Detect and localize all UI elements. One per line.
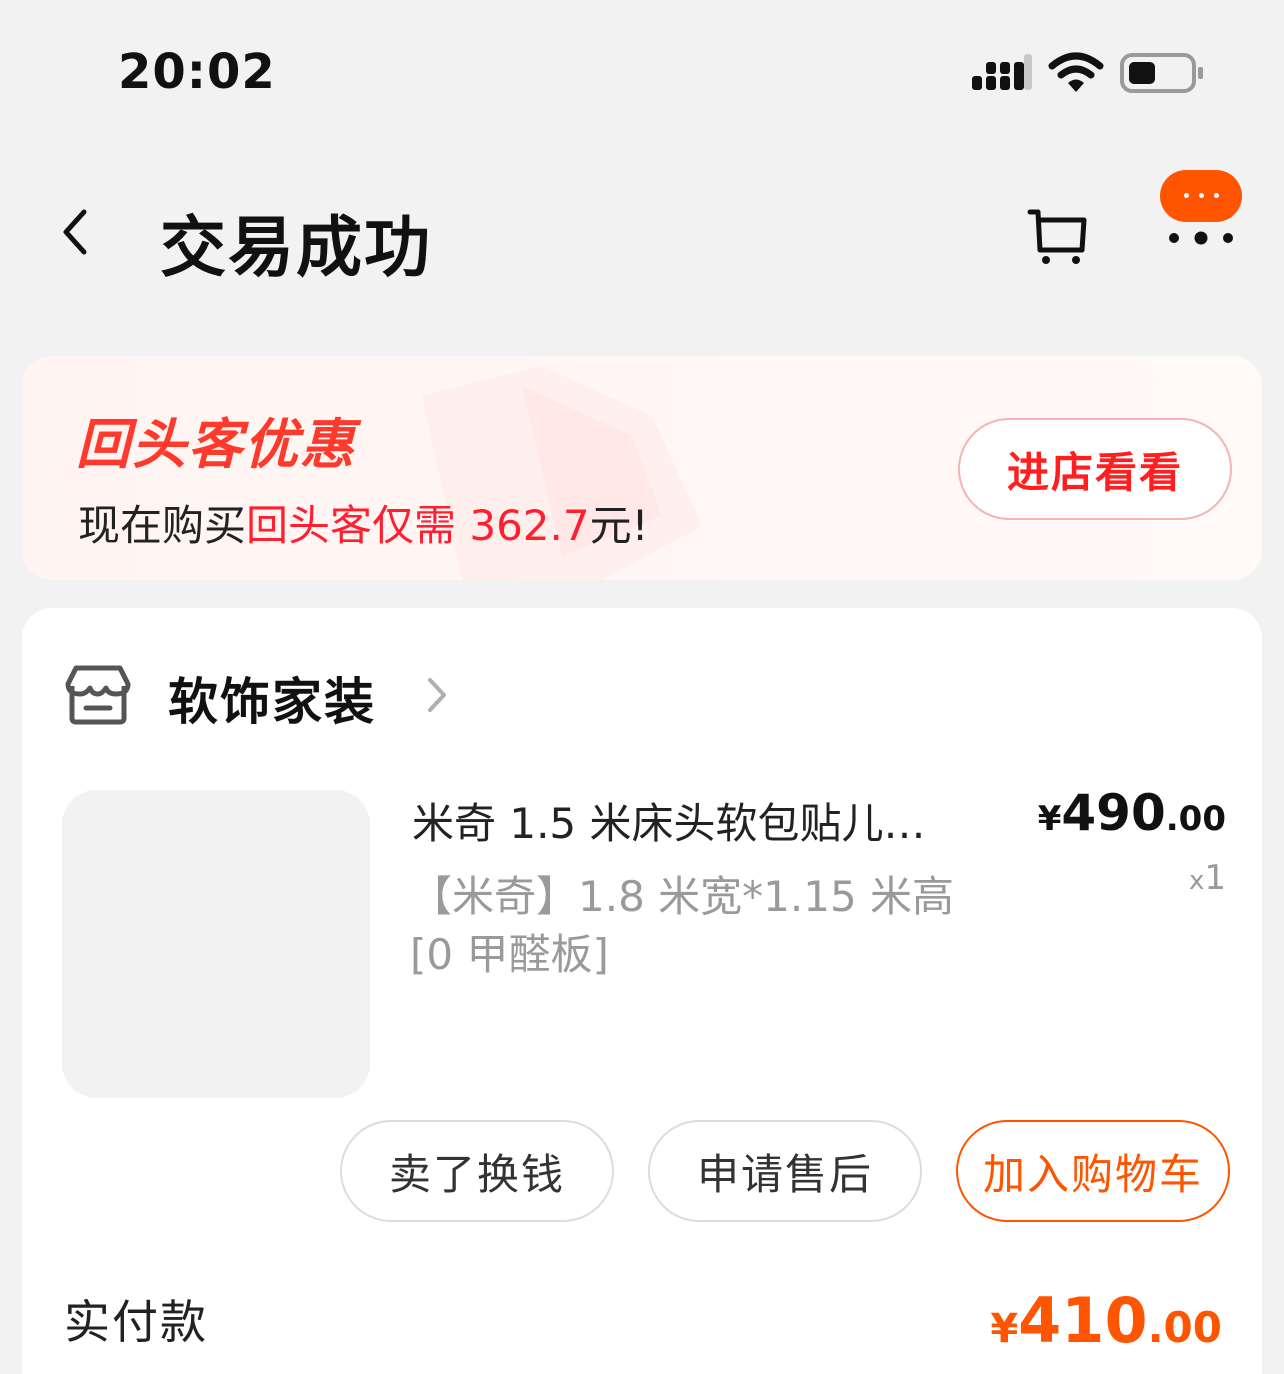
battery-icon — [1120, 53, 1203, 93]
promo-suffix: 元! — [589, 501, 649, 550]
after-sale-button[interactable]: 申请售后 — [648, 1120, 922, 1222]
paid-label: 实付款 — [64, 1295, 208, 1349]
store-icon[interactable] — [64, 664, 132, 726]
quantity-value: 1 — [1204, 858, 1226, 898]
cart-icon[interactable] — [1026, 204, 1090, 268]
product-quantity: x1 — [1189, 858, 1226, 898]
product-price: ¥490.00 — [1038, 784, 1226, 842]
price-symbol: ¥ — [1037, 799, 1062, 839]
sell-for-cash-button[interactable]: 卖了换钱 — [340, 1120, 614, 1222]
signal-icon — [972, 54, 1032, 90]
promo-title: 回头客优惠 — [76, 413, 356, 476]
chevron-right-icon[interactable] — [424, 674, 450, 716]
nav-bar: 交易成功 — [0, 160, 1284, 300]
status-time: 20:02 — [118, 44, 276, 100]
paid-amount: ¥410.00 — [990, 1284, 1222, 1357]
more-button[interactable] — [1160, 170, 1244, 260]
more-icon — [1169, 231, 1233, 245]
product-title[interactable]: 米奇 1.5 米床头软包贴儿… — [412, 790, 992, 851]
paid-symbol: ¥ — [990, 1306, 1019, 1352]
paid-decimal: .00 — [1147, 1303, 1222, 1352]
wifi-icon — [1048, 52, 1104, 92]
product-sku: 【米奇】1.8 米宽*1.15 米高 [0 甲醛板] — [410, 868, 1010, 984]
sku-line-1: 【米奇】1.8 米宽*1.15 米高 — [410, 872, 955, 921]
message-badge-icon — [1160, 170, 1242, 222]
shop-name[interactable]: 软饰家装 — [168, 662, 376, 734]
promo-prefix: 现在购买 — [78, 501, 247, 550]
sku-line-2: [0 甲醛板] — [410, 930, 609, 979]
page-title: 交易成功 — [160, 209, 432, 286]
quantity-prefix: x — [1188, 866, 1205, 896]
promo-highlight: 回头客仅需 362.7 — [246, 501, 590, 550]
promo-text: 现在购买回头客仅需 362.7元! — [78, 492, 648, 553]
back-icon[interactable] — [56, 206, 96, 258]
order-card: 软饰家装 米奇 1.5 米床头软包贴儿… 【米奇】1.8 米宽*1.15 米高 … — [22, 608, 1262, 1374]
returning-customer-banner[interactable]: 回头客优惠 现在购买回头客仅需 362.7元! 进店看看 — [22, 356, 1262, 580]
price-integer: 490 — [1061, 784, 1166, 842]
visit-store-button[interactable]: 进店看看 — [958, 418, 1232, 520]
price-decimal: .00 — [1165, 799, 1226, 839]
product-image[interactable] — [62, 790, 370, 1098]
paid-integer: 410 — [1018, 1284, 1148, 1357]
status-bar: 20:02 — [0, 0, 1284, 140]
add-to-cart-button[interactable]: 加入购物车 — [956, 1120, 1230, 1222]
